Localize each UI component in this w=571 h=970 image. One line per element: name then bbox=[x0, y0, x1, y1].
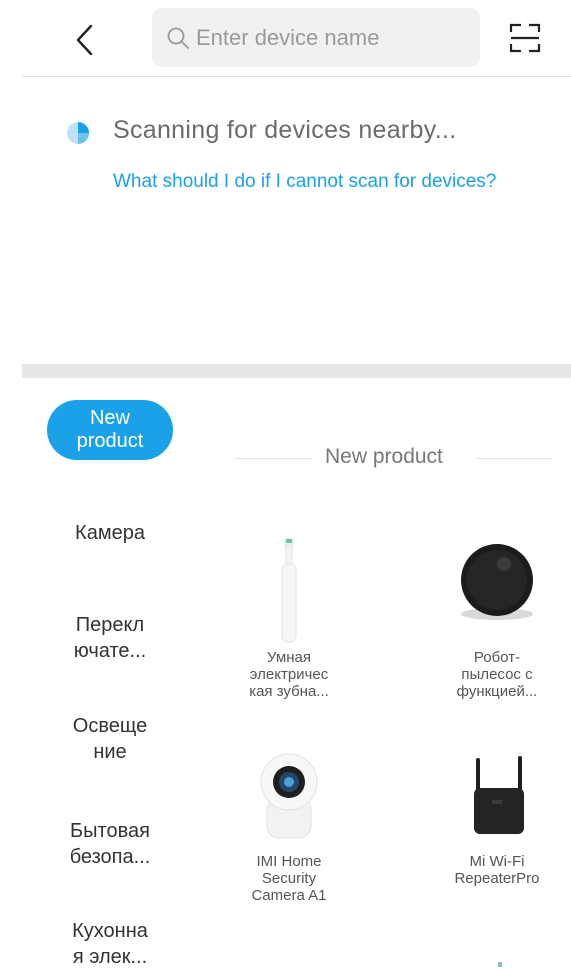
category-new-product-label: New product bbox=[76, 407, 144, 452]
product-card[interactable]: Mi Wi-Fi RepeaterPro bbox=[432, 748, 562, 887]
category-label: Камера bbox=[75, 522, 145, 544]
product-card[interactable]: Умная электричес кая зубна... bbox=[224, 534, 354, 700]
section-divider bbox=[22, 364, 571, 378]
category-label: Перекл ючате... bbox=[73, 614, 147, 662]
category-new-product[interactable]: New product bbox=[47, 400, 173, 460]
category-label: Бытовая безопа... bbox=[69, 820, 151, 868]
search-box[interactable] bbox=[152, 8, 480, 67]
robot-vacuum-icon bbox=[461, 544, 533, 620]
chevron-left-icon bbox=[76, 24, 93, 56]
scanning-status-text: Scanning for devices nearby... bbox=[113, 116, 457, 144]
product-name: IMI Home Security Camera A1 bbox=[251, 853, 327, 904]
scan-qr-button[interactable] bbox=[508, 22, 542, 54]
grid-section-title: New product bbox=[325, 445, 443, 468]
product-name: Умная электричес кая зубна... bbox=[249, 649, 329, 700]
security-camera-icon bbox=[260, 753, 318, 839]
product-card[interactable]: IMI Home Security Camera A1 bbox=[224, 748, 354, 904]
category-camera[interactable]: Камера bbox=[50, 520, 170, 546]
category-label: Освеще ние bbox=[72, 715, 148, 763]
search-input[interactable] bbox=[196, 24, 456, 51]
grid-title-divider-right bbox=[476, 458, 553, 459]
back-button[interactable] bbox=[66, 20, 106, 60]
category-home-security[interactable]: Бытовая безопа... bbox=[50, 818, 170, 870]
category-lighting[interactable]: Освеще ние bbox=[50, 713, 170, 765]
partial-product-image bbox=[498, 962, 502, 967]
category-kitchen-appliances[interactable]: Кухонна я элек... bbox=[50, 918, 170, 970]
grid-title-divider-left bbox=[235, 458, 313, 459]
product-name: Mi Wi-Fi RepeaterPro bbox=[454, 853, 540, 887]
product-card[interactable]: Робот- пылесос с функцией... bbox=[432, 534, 562, 700]
header-divider bbox=[22, 76, 571, 77]
scanning-progress-icon bbox=[67, 122, 89, 144]
product-name: Робот- пылесос с функцией... bbox=[456, 649, 538, 700]
search-icon bbox=[167, 27, 189, 49]
wifi-repeater-icon bbox=[474, 756, 524, 834]
cannot-scan-help-link[interactable]: What should I do if I cannot scan for de… bbox=[113, 171, 496, 193]
category-label: Кухонна я элек... bbox=[72, 920, 148, 968]
toothbrush-icon bbox=[281, 538, 297, 643]
category-switches[interactable]: Перекл ючате... bbox=[50, 612, 170, 664]
scan-frame-icon bbox=[509, 23, 541, 53]
